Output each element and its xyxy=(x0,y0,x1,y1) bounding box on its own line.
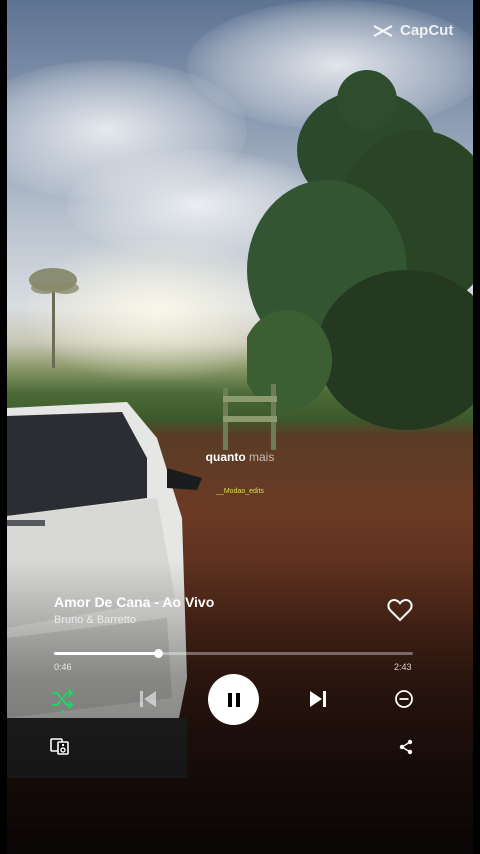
shuffle-icon xyxy=(52,689,73,709)
devices-icon xyxy=(50,738,69,755)
previous-icon xyxy=(140,691,156,707)
previous-button[interactable] xyxy=(136,686,160,712)
watermark-text: CapCut xyxy=(400,22,454,39)
capcut-logo-icon xyxy=(373,24,393,37)
track-title[interactable]: Amor De Cana - Ao Vivo xyxy=(54,594,214,610)
wooden-fence xyxy=(223,384,277,450)
elapsed-time: 0:46 xyxy=(54,662,72,672)
remove-icon xyxy=(395,690,413,708)
share-icon xyxy=(399,739,413,755)
next-icon xyxy=(310,691,326,707)
lyric-next-word: mais xyxy=(249,450,275,464)
progress-bar[interactable] xyxy=(54,649,413,658)
remove-from-queue-button[interactable] xyxy=(392,687,416,711)
total-time: 2:43 xyxy=(394,662,412,672)
shuffle-active-dot xyxy=(61,710,64,713)
like-button[interactable] xyxy=(386,596,414,624)
palm-tree xyxy=(29,268,79,368)
lyric-current-word: quanto xyxy=(205,450,246,464)
video-background xyxy=(7,0,473,854)
pause-icon xyxy=(227,692,240,707)
connect-devices-button[interactable] xyxy=(50,736,70,756)
play-pause-button[interactable] xyxy=(208,674,259,725)
heart-icon xyxy=(387,599,413,621)
track-artist[interactable]: Bruno & Barretto xyxy=(54,614,136,626)
share-button[interactable] xyxy=(397,738,415,756)
lyric-line: quanto mais xyxy=(0,450,480,464)
progress-fill xyxy=(54,652,159,655)
shuffle-button[interactable] xyxy=(50,686,76,712)
capcut-watermark: CapCut xyxy=(372,22,453,39)
next-button[interactable] xyxy=(306,686,330,712)
edit-credit: __Modao_edits xyxy=(216,488,264,495)
